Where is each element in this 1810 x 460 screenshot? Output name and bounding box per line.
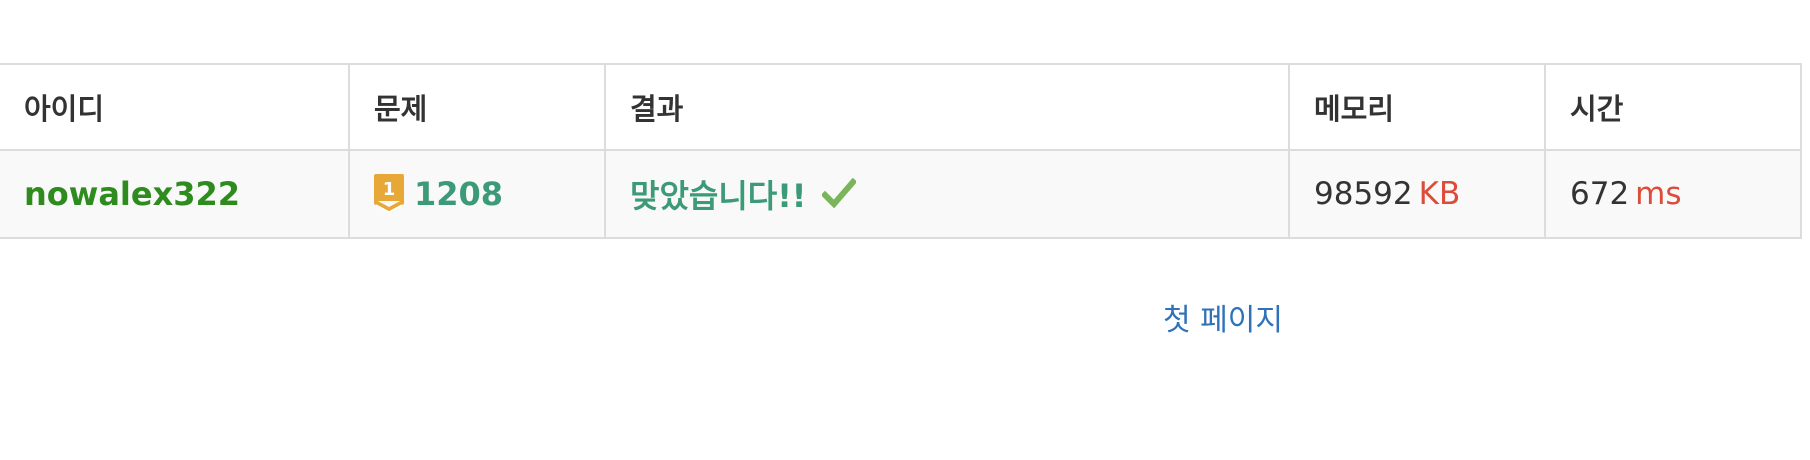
time-value: 672 (1570, 176, 1630, 212)
table-row: nowalex322 1 1208 맞았습니다!! 98592 KB 672 m… (0, 149, 1802, 239)
user-cell: nowalex322 (0, 149, 350, 239)
tier-badge-icon: 1 (374, 174, 404, 214)
status-table: 아이디 문제 결과 메모리 시간 nowalex322 1 1208 맞았습니다… (0, 63, 1802, 239)
header-id: 아이디 (0, 63, 350, 151)
tier-level-label: 1 (383, 179, 396, 200)
header-problem: 문제 (348, 63, 606, 151)
result-text: 맞았습니다!! (630, 177, 807, 215)
problem-cell: 1 1208 (348, 149, 606, 239)
time-cell: 672 ms (1544, 149, 1802, 239)
user-link[interactable]: nowalex322 (24, 175, 240, 213)
result-cell: 맞았습니다!! (604, 149, 1290, 239)
table-header-row: 아이디 문제 결과 메모리 시간 (0, 63, 1802, 151)
time-unit: ms (1635, 176, 1682, 212)
memory-unit: KB (1418, 176, 1461, 212)
header-memory: 메모리 (1288, 63, 1546, 151)
problem-link[interactable]: 1208 (414, 175, 503, 213)
memory-value: 98592 (1314, 176, 1413, 212)
header-result: 결과 (604, 63, 1290, 151)
header-time: 시간 (1544, 63, 1802, 151)
check-icon (821, 177, 858, 210)
first-page-link[interactable]: 첫 페이지 (1163, 295, 1283, 339)
status-page: 아이디 문제 결과 메모리 시간 nowalex322 1 1208 맞았습니다… (0, 0, 1810, 460)
memory-cell: 98592 KB (1288, 149, 1546, 239)
